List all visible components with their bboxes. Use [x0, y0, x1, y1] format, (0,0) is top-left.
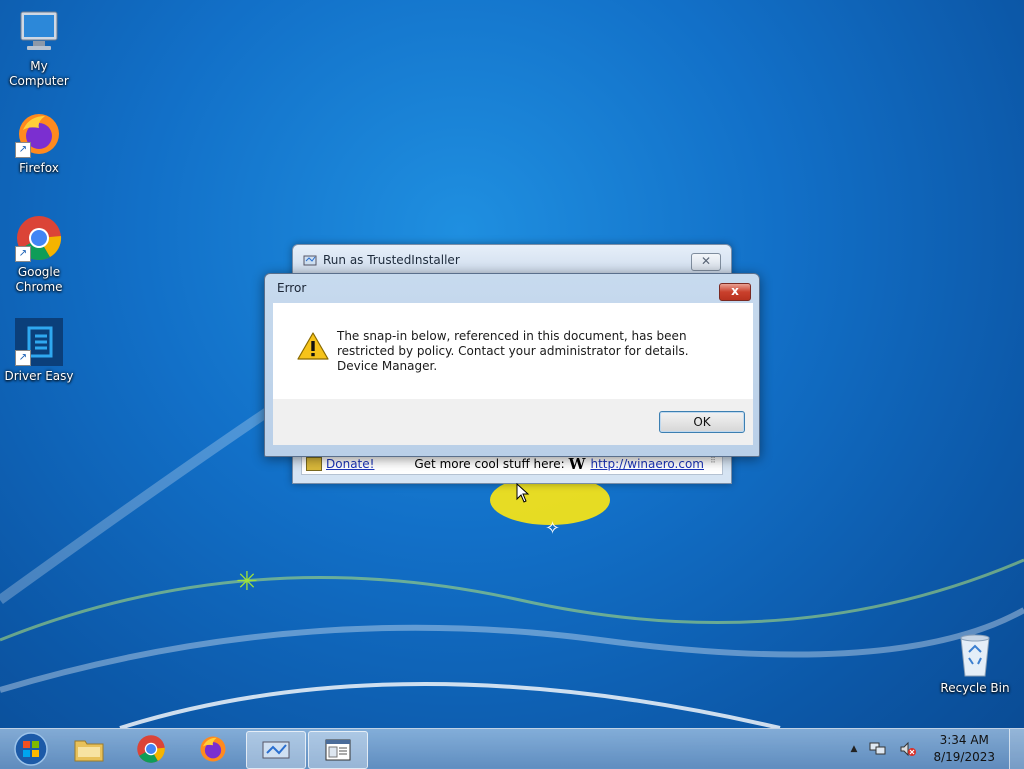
taskbar-mmc[interactable] — [308, 731, 368, 769]
taskbar-run-as-trustedinstaller[interactable] — [246, 731, 306, 769]
desktop-icon-firefox[interactable]: ↗ Firefox — [0, 110, 78, 176]
donate-link[interactable]: Donate! — [326, 457, 374, 471]
app-icon — [262, 741, 290, 759]
shortcut-arrow-icon: ↗ — [15, 350, 31, 366]
window-title: Run as TrustedInstaller — [323, 253, 460, 267]
error-message: The snap-in below, referenced in this do… — [337, 329, 735, 374]
close-button[interactable]: ✕ — [691, 253, 721, 271]
desktop-icon-label: Firefox — [19, 161, 59, 175]
error-dialog: Error x The snap-in below, referenced in… — [264, 273, 760, 457]
dialog-title: Error — [277, 281, 307, 295]
taskbar-explorer[interactable] — [62, 731, 116, 767]
desktop-icon-recycle-bin[interactable]: Recycle Bin — [936, 630, 1014, 696]
folder-icon — [74, 740, 104, 762]
taskbar: ▲ 3:34 AM 8/19/2023 — [0, 728, 1024, 769]
error-message-detail: Device Manager. — [337, 359, 438, 373]
warning-icon — [297, 332, 329, 360]
shortcut-arrow-icon: ↗ — [15, 142, 31, 158]
error-message-line: The snap-in below, referenced in this do… — [337, 329, 691, 358]
volume-muted-icon[interactable] — [899, 741, 917, 757]
close-button[interactable]: x — [719, 283, 751, 301]
desktop-icon-driver-easy[interactable]: ↗ Driver Easy — [0, 318, 78, 384]
show-hidden-icons-arrow-icon[interactable]: ▲ — [851, 744, 858, 754]
firefox-icon — [200, 736, 226, 762]
start-button[interactable] — [4, 731, 58, 767]
chrome-icon: ↗ — [15, 214, 63, 262]
svg-text:✧: ✧ — [545, 518, 560, 539]
desktop-icon-label: Google Chrome — [15, 265, 63, 294]
desktop-icon-label: Recycle Bin — [940, 681, 1010, 695]
dialog-body: The snap-in below, referenced in this do… — [273, 303, 753, 399]
clock-date: 8/19/2023 — [933, 750, 995, 764]
console-icon — [325, 739, 351, 761]
resize-grip-icon[interactable]: ⠿ — [710, 457, 722, 470]
system-tray: ▲ 3:34 AM 8/19/2023 — [845, 729, 1024, 769]
svg-text:✳: ✳ — [236, 567, 258, 597]
winaero-link[interactable]: http://winaero.com — [591, 457, 705, 471]
recycle-bin-icon — [951, 630, 999, 678]
firefox-icon: ↗ — [15, 110, 63, 158]
desktop-icon-google-chrome[interactable]: ↗ Google Chrome — [0, 214, 78, 295]
driver-easy-icon: ↗ — [15, 318, 63, 366]
promo-text: Get more cool stuff here: — [414, 457, 565, 471]
chrome-icon — [137, 735, 165, 763]
dialog-button-bar: OK — [273, 399, 753, 445]
desktop-icon-my-computer[interactable]: My Computer — [0, 8, 78, 89]
clock[interactable]: 3:34 AM 8/19/2023 — [933, 732, 995, 766]
desktop-icon-label: Driver Easy — [4, 369, 74, 383]
network-icon[interactable] — [869, 741, 887, 757]
donate-icon — [306, 457, 322, 471]
dialog-titlebar[interactable]: Error — [265, 274, 759, 302]
window-titlebar[interactable]: Run as TrustedInstaller — [293, 245, 731, 275]
taskbar-chrome[interactable] — [124, 731, 178, 767]
show-desktop-button[interactable] — [1009, 729, 1024, 769]
app-icon — [303, 255, 317, 266]
computer-icon — [15, 8, 63, 56]
shortcut-arrow-icon: ↗ — [15, 246, 31, 262]
desktop-icon-label: My Computer — [9, 59, 69, 88]
mouse-cursor-icon — [516, 483, 530, 503]
windows-orb-icon — [14, 732, 48, 766]
ok-button[interactable]: OK — [659, 411, 745, 433]
winaero-logo-icon: W — [568, 455, 586, 473]
clock-time: 3:34 AM — [939, 733, 989, 747]
taskbar-firefox[interactable] — [186, 731, 240, 767]
